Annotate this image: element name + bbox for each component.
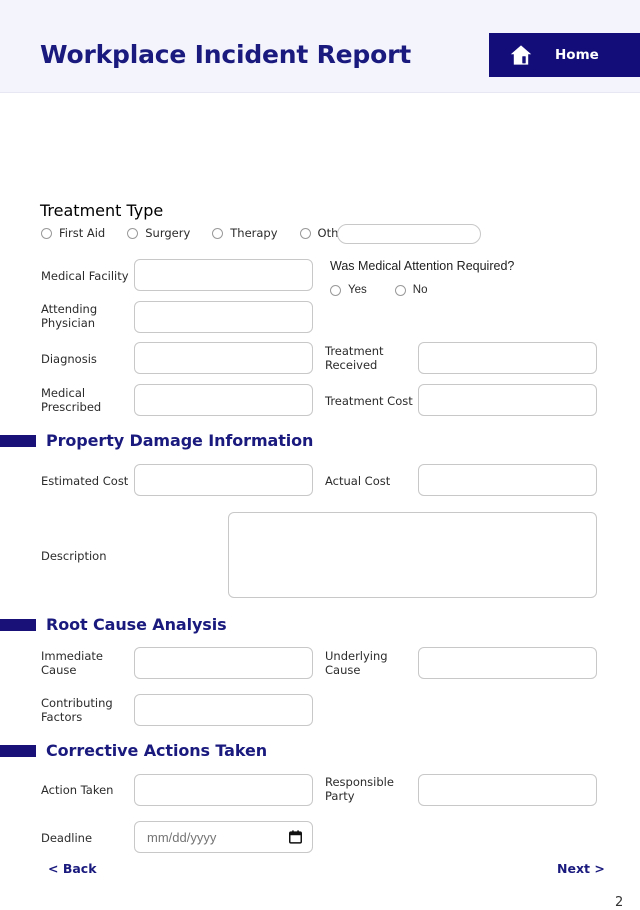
treatment-received-label: Treatment Received [325,344,384,372]
section-title: Corrective Actions Taken [46,741,268,760]
date-placeholder-text: mm/dd/yyyy [147,829,217,845]
back-button[interactable]: < Back [48,861,97,876]
section-title: Root Cause Analysis [46,615,227,634]
calendar-icon[interactable] [289,830,302,844]
radio-yes[interactable]: Yes [330,284,367,296]
treatment-type-radio-group[interactable]: First Aid Surgery Therapy Other: [41,226,354,240]
radio-first-aid[interactable]: First Aid [41,226,105,240]
attending-physician-input[interactable] [134,301,313,333]
estimated-cost-input[interactable] [134,464,313,496]
diagnosis-input[interactable] [134,342,313,374]
radio-no[interactable]: No [394,284,428,296]
radio-circle-icon [330,284,341,296]
attending-physician-label: Attending Physician [41,302,98,330]
immediate-cause-label: Immediate Cause [41,649,103,677]
treatment-cost-input[interactable] [418,384,597,416]
deadline-label: Deadline [41,831,93,845]
radio-therapy[interactable]: Therapy [212,226,278,240]
radio-circle-icon [299,227,311,239]
section-accent-bar [0,434,36,447]
radio-circle-icon [394,284,406,296]
radio-surgery[interactable]: Surgery [127,226,190,240]
responsible-party-input[interactable] [418,774,597,806]
radio-label: Yes [348,284,367,296]
contributing-factors-input[interactable] [134,694,313,726]
house-icon [509,43,533,67]
home-button-label: Home [555,47,599,63]
medical-prescribed-input[interactable] [134,384,313,416]
action-taken-label: Action Taken [41,783,114,797]
section-accent-bar [0,618,36,631]
responsible-party-label: Responsible Party [325,775,394,803]
medical-prescribed-label: Medical Prescribed [41,386,102,414]
radio-label: No [412,284,428,296]
page-title: Workplace Incident Report [40,40,411,69]
treatment-other-input[interactable] [337,224,481,244]
medical-facility-input[interactable] [134,259,313,291]
diagnosis-label: Diagnosis [41,352,97,366]
page-header: Workplace Incident Report Home [0,0,640,93]
immediate-cause-input[interactable] [134,647,313,679]
description-label: Description [41,549,107,563]
underlying-cause-input[interactable] [418,647,597,679]
section-title: Property Damage Information [46,431,314,450]
page-number: 2 [615,895,624,910]
description-textarea[interactable] [228,512,597,598]
radio-circle-icon [41,227,52,239]
estimated-cost-label: Estimated Cost [41,474,129,488]
underlying-cause-label: Underlying Cause [325,649,388,677]
section-header-property-damage: Property Damage Information [0,431,313,450]
contributing-factors-label: Contributing Factors [41,696,113,724]
actual-cost-input[interactable] [418,464,597,496]
treatment-type-label: Treatment Type [40,201,164,220]
home-button[interactable]: Home [489,33,640,77]
radio-label: Therapy [230,226,278,240]
radio-circle-icon [212,227,224,239]
form-body: Treatment Type First Aid Surgery Therapy… [0,93,640,910]
radio-label: Surgery [145,226,191,240]
radio-circle-icon [127,227,139,239]
actual-cost-label: Actual Cost [325,474,391,488]
treatment-cost-label: Treatment Cost [325,394,413,408]
section-header-root-cause: Root Cause Analysis [0,615,227,634]
section-header-corrective-actions: Corrective Actions Taken [0,741,267,760]
deadline-date-input[interactable]: mm/dd/yyyy [134,821,313,853]
treatment-received-input[interactable] [418,342,597,374]
medical-attention-question: Was Medical Attention Required? [330,259,515,273]
medical-facility-label: Medical Facility [41,269,129,283]
medical-attention-radio-group[interactable]: Yes No [330,284,427,296]
radio-label: First Aid [59,226,106,240]
action-taken-input[interactable] [134,774,313,806]
section-accent-bar [0,744,36,757]
next-button[interactable]: Next > [557,861,605,876]
